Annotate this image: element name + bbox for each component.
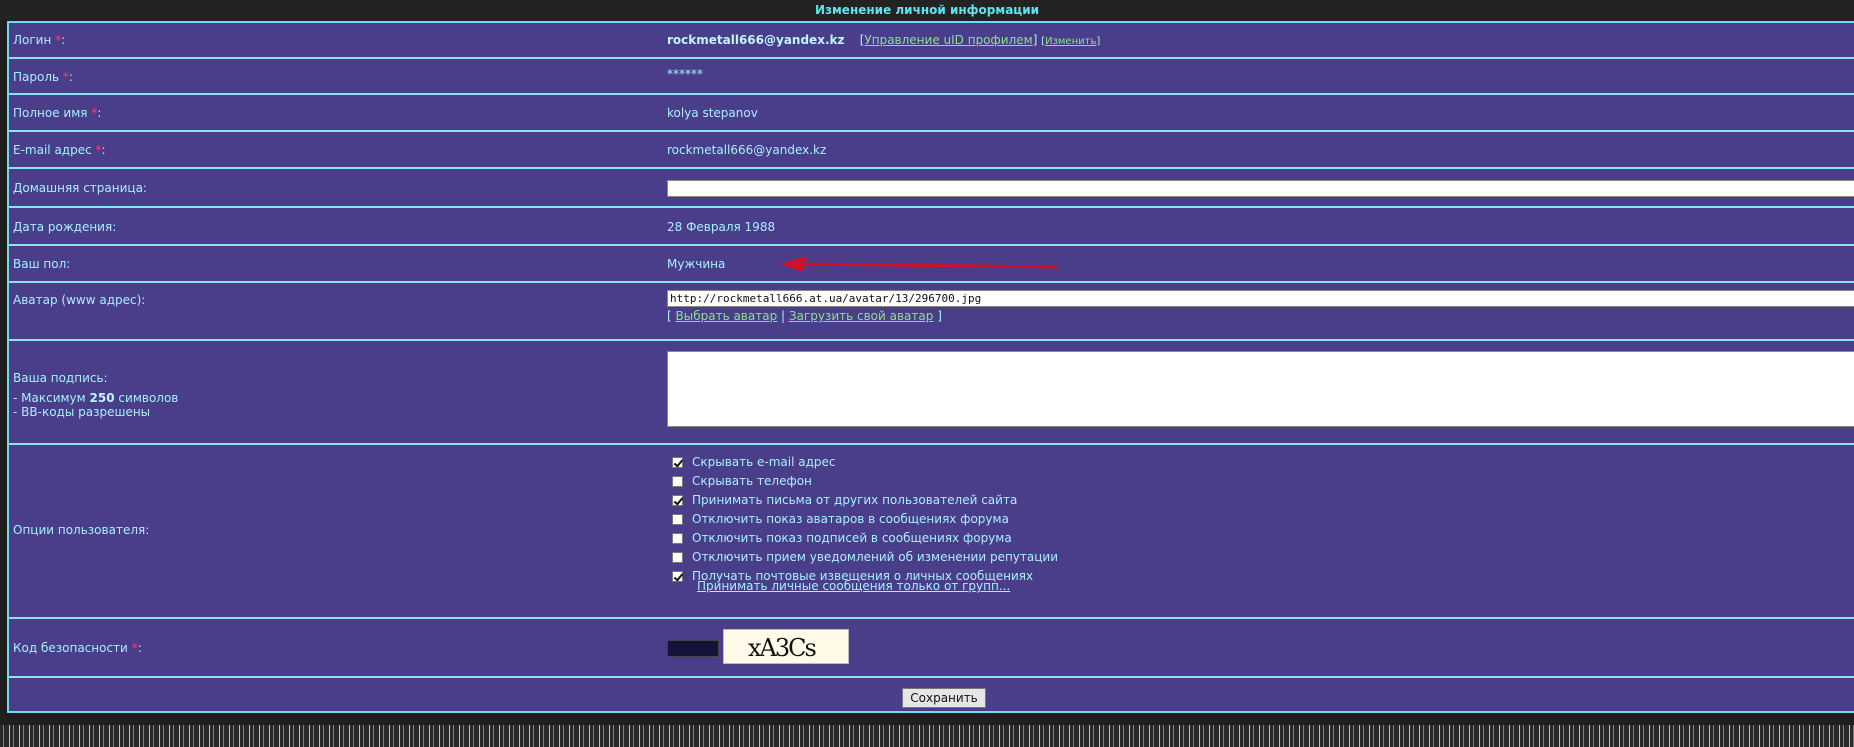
birthday-label: Дата рождения:: [13, 220, 117, 234]
signature-label: Ваша подпись:: [13, 371, 108, 385]
captcha-image-text: xA3Cs: [748, 634, 817, 662]
choose-avatar-link[interactable]: Выбрать аватар: [676, 309, 778, 323]
signature-textarea[interactable]: [667, 351, 1854, 427]
page-title: Изменение личной информации: [0, 0, 1854, 20]
password-row: Пароль *: ******: [9, 59, 1854, 95]
email-label: E-mail адрес *:: [13, 143, 106, 157]
upload-avatar-link[interactable]: Загрузить свой аватар: [789, 309, 934, 323]
groups-messages-link[interactable]: Принимать личные сообщения только от гру…: [697, 579, 1010, 593]
signature-row: Ваша подпись: - Максимум 250 символов - …: [9, 341, 1854, 445]
required-mark: *: [62, 70, 69, 84]
login-value-group: rockmetall666@yandex.kz [Управление uID …: [667, 33, 1101, 47]
footer-pattern: [0, 725, 1854, 747]
login-value: rockmetall666@yandex.kz: [667, 33, 845, 47]
birthday-row: Дата рождения: 28 Февраля 1988: [9, 208, 1854, 246]
required-mark: *: [91, 106, 98, 120]
option-checkbox[interactable]: [672, 457, 683, 468]
option-label: Отключить показ подписей в сообщениях фо…: [692, 531, 1012, 545]
option-label: Принимать письма от других пользователей…: [692, 493, 1018, 507]
option-label: Отключить показ аватаров в сообщениях фо…: [692, 512, 1009, 526]
required-mark: *: [131, 641, 138, 655]
manage-uid-profile-link[interactable]: Управление uID профилем: [864, 33, 1032, 47]
options-label: Опции пользователя:: [13, 523, 150, 537]
login-label: Логин *:: [13, 33, 66, 47]
option-checkbox[interactable]: [672, 571, 683, 582]
save-button[interactable]: Сохранить: [902, 688, 986, 708]
fullname-value: kolya stepanov: [667, 106, 758, 120]
captcha-image: xA3Cs: [723, 629, 849, 664]
options-row: Опции пользователя: Скрывать e-mail адре…: [9, 445, 1854, 619]
captcha-row: Код безопасности *: xA3Cs: [9, 619, 1854, 678]
email-row: E-mail адрес *: rockmetall666@yandex.kz: [9, 132, 1854, 169]
option-item[interactable]: Отключить прием уведомлений об изменении…: [672, 550, 1058, 564]
option-checkbox[interactable]: [672, 552, 683, 563]
option-checkbox[interactable]: [672, 514, 683, 525]
password-label: Пароль *:: [13, 70, 73, 84]
login-row: Логин *: rockmetall666@yandex.kz [Управл…: [9, 23, 1854, 59]
option-checkbox[interactable]: [672, 533, 683, 544]
red-arrow-annotation: [780, 256, 1059, 272]
signature-limit-note: - Максимум 250 символов: [13, 391, 179, 405]
password-value: ******: [667, 67, 703, 81]
bbcode-note: - BB-коды разрешены: [13, 405, 151, 419]
captcha-input[interactable]: [667, 640, 719, 657]
option-label: Скрывать e-mail адрес: [692, 455, 836, 469]
birthday-value: 28 Февраля 1988: [667, 220, 776, 234]
change-login-link[interactable]: Изменить: [1045, 36, 1096, 47]
email-value: rockmetall666@yandex.kz: [667, 143, 827, 157]
avatar-label: Аватар (www адрес):: [13, 293, 146, 307]
avatar-links: [ Выбрать аватар | Загрузить свой аватар…: [667, 309, 942, 323]
required-mark: *: [95, 143, 102, 157]
gender-value: Мужчина: [667, 257, 726, 271]
option-item[interactable]: Скрывать e-mail адрес: [672, 455, 836, 469]
option-checkbox[interactable]: [672, 476, 683, 487]
option-label: Скрывать телефон: [692, 474, 812, 488]
option-item[interactable]: Отключить показ подписей в сообщениях фо…: [672, 531, 1012, 545]
homepage-label: Домашняя страница:: [13, 181, 147, 195]
avatar-row: Аватар (www адрес): [ Выбрать аватар | З…: [9, 283, 1854, 341]
option-item[interactable]: Отключить показ аватаров в сообщениях фо…: [672, 512, 1009, 526]
profile-edit-form: Логин *: rockmetall666@yandex.kz [Управл…: [7, 21, 1854, 713]
homepage-row: Домашняя страница:: [9, 169, 1854, 208]
option-item[interactable]: Принимать письма от других пользователей…: [672, 493, 1017, 507]
fullname-label: Полное имя *:: [13, 106, 102, 120]
gender-label: Ваш пол:: [13, 257, 71, 271]
required-mark: *: [55, 33, 62, 47]
fullname-row: Полное имя *: kolya stepanov: [9, 95, 1854, 132]
avatar-url-input[interactable]: [667, 290, 1854, 307]
option-item[interactable]: Скрывать телефон: [672, 474, 812, 488]
captcha-label: Код безопасности *:: [13, 641, 142, 655]
option-checkbox[interactable]: [672, 495, 683, 506]
homepage-input[interactable]: [667, 180, 1854, 197]
option-label: Отключить прием уведомлений об изменении…: [692, 550, 1059, 564]
